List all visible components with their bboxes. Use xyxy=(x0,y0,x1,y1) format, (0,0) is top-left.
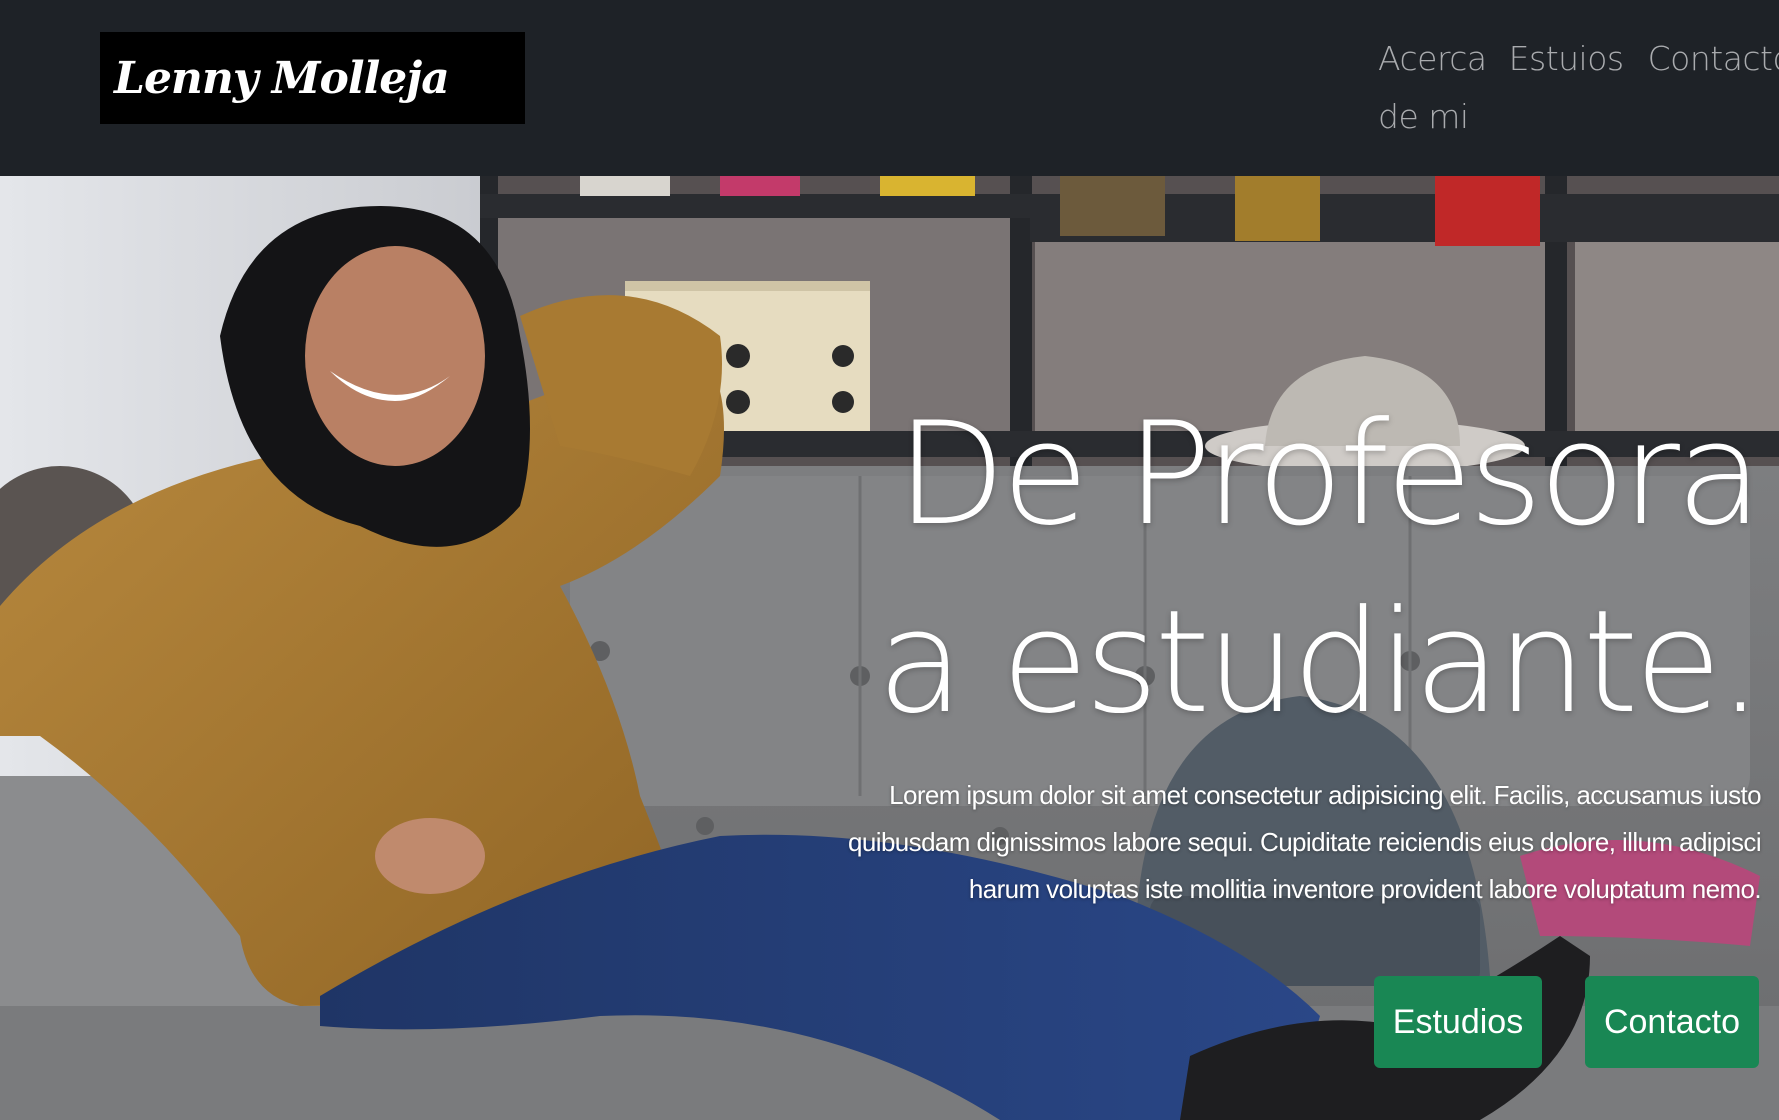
brand-logo[interactable]: Lenny Molleja xyxy=(100,32,525,124)
hero-title-line-2: a estudiante. xyxy=(877,580,1763,746)
hero-paragraph: Lorem ipsum dolor sit amet consectetur a… xyxy=(848,780,1762,904)
main-nav: Acerca de mi Estuios Contacto xyxy=(1378,30,1779,146)
contact-button[interactable]: Contacto xyxy=(1585,976,1759,1068)
brand-name: Lenny Molleja xyxy=(114,52,450,104)
nav-link-studies[interactable]: Estuios xyxy=(1509,30,1624,88)
nav-link-contact[interactable]: Contacto xyxy=(1648,30,1779,88)
navbar: Lenny Molleja Acerca de mi Estuios Conta… xyxy=(0,0,1779,176)
studies-button[interactable]: Estudios xyxy=(1374,976,1542,1068)
hero-title-line-1: De Profesora xyxy=(896,392,1763,558)
nav-link-about[interactable]: Acerca de mi xyxy=(1378,30,1487,146)
hero-title: De Profesora a estudiante. xyxy=(859,381,1763,757)
hero-section: De Profesora a estudiante. Lorem ipsum d… xyxy=(0,176,1779,1120)
